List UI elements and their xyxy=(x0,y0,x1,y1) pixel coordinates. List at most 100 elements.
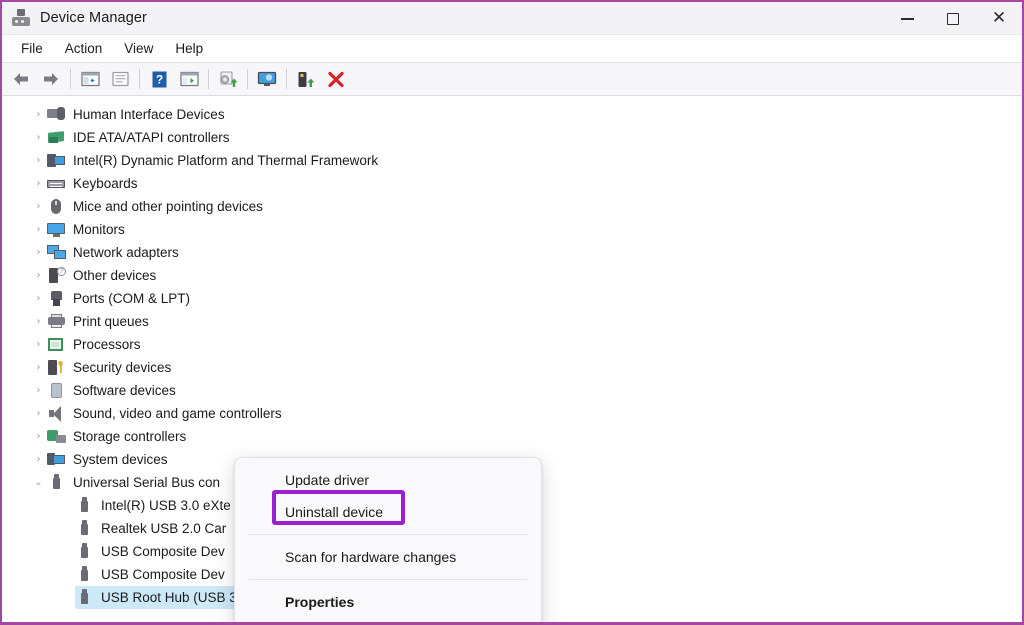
device-manager-window: Device Manager ✕ File Action View Help xyxy=(0,0,1024,625)
menu-view[interactable]: View xyxy=(113,38,164,59)
usb-device-icon xyxy=(75,566,94,583)
tree-row-label: USB Root Hub (USB 3.0) xyxy=(101,590,253,605)
chevron-right-icon[interactable]: › xyxy=(30,340,47,350)
chevron-right-icon[interactable]: › xyxy=(30,363,47,373)
maximize-button[interactable] xyxy=(930,2,976,35)
tree-row-software-devices[interactable]: › Software devices xyxy=(2,379,1022,402)
tree-row-label: Universal Serial Bus con xyxy=(73,475,220,490)
minimize-icon xyxy=(901,18,914,20)
tree-row-mice-and-other-pointing-devices[interactable]: › Mice and other pointing devices xyxy=(2,195,1022,218)
chevron-right-icon[interactable]: › xyxy=(30,271,47,281)
tree-row-label: Intel(R) USB 3.0 eXte xyxy=(101,498,231,513)
title-bar: Device Manager ✕ xyxy=(2,2,1022,35)
update-driver-button[interactable] xyxy=(213,65,243,93)
display-button[interactable] xyxy=(252,65,282,93)
tree-row-label: Other devices xyxy=(73,268,156,283)
menu-help[interactable]: Help xyxy=(164,38,214,59)
chevron-right-icon[interactable]: › xyxy=(30,294,47,304)
tree-row-label: USB Composite Dev xyxy=(101,544,225,559)
tree-row-label: IDE ATA/ATAPI controllers xyxy=(73,130,230,145)
tree-row-human-interface-devices[interactable]: › Human Interface Devices xyxy=(2,103,1022,126)
processors-icon xyxy=(47,336,66,353)
tree-row-sound-video-game-controllers[interactable]: › Sound, video and game controllers xyxy=(2,402,1022,425)
tree-row-label: Monitors xyxy=(73,222,125,237)
tree-row-label: Human Interface Devices xyxy=(73,107,225,122)
usb-device-icon xyxy=(75,520,94,537)
tree-row-network-adapters[interactable]: › Network adapters xyxy=(2,241,1022,264)
menu-bar: File Action View Help xyxy=(2,35,1022,63)
scan-for-hardware-changes-button[interactable] xyxy=(174,65,204,93)
chevron-down-icon[interactable]: ⌄ xyxy=(30,478,47,488)
context-menu-item-properties[interactable]: Properties xyxy=(235,586,541,618)
tree-row-label: Realtek USB 2.0 Car xyxy=(101,521,226,536)
tree-row-storage-controllers[interactable]: › Storage controllers xyxy=(2,425,1022,448)
chevron-right-icon[interactable]: › xyxy=(30,455,47,465)
tree-row-monitors[interactable]: › Monitors xyxy=(2,218,1022,241)
chevron-right-icon[interactable]: › xyxy=(30,409,47,419)
chevron-right-icon[interactable]: › xyxy=(30,248,47,258)
minimize-button[interactable] xyxy=(884,2,930,35)
tree-row-label: System devices xyxy=(73,452,168,467)
chevron-right-icon[interactable]: › xyxy=(30,202,47,212)
human-interface-devices-icon xyxy=(47,106,66,123)
toolbar-separator xyxy=(208,69,209,89)
ports-icon xyxy=(47,290,66,307)
software-devices-icon xyxy=(47,382,66,399)
tree-row-label: Ports (COM & LPT) xyxy=(73,291,190,306)
show-hide-console-tree-button[interactable] xyxy=(75,65,105,93)
uninstall-device-button[interactable] xyxy=(321,65,351,93)
menu-action[interactable]: Action xyxy=(54,38,114,59)
sound-video-game-controllers-icon xyxy=(47,405,66,422)
tree-row-other-devices[interactable]: › ? Other devices xyxy=(2,264,1022,287)
svg-text:?: ? xyxy=(155,72,162,86)
intel-dynamic-platform-icon xyxy=(47,152,66,169)
tree-row-label: Software devices xyxy=(73,383,176,398)
tree-row-label: Processors xyxy=(73,337,141,352)
forward-button[interactable] xyxy=(36,65,66,93)
tree-row-label: Intel(R) Dynamic Platform and Thermal Fr… xyxy=(73,153,378,168)
toolbar-separator xyxy=(247,69,248,89)
chevron-right-icon[interactable]: › xyxy=(30,225,47,235)
context-menu-item-scan-for-hardware-changes[interactable]: Scan for hardware changes xyxy=(235,541,541,573)
usb-controllers-icon xyxy=(47,474,66,491)
enable-device-button[interactable] xyxy=(291,65,321,93)
maximize-icon xyxy=(947,13,959,25)
chevron-right-icon[interactable]: › xyxy=(30,133,47,143)
tree-row-ports[interactable]: › Ports (COM & LPT) xyxy=(2,287,1022,310)
device-manager-icon xyxy=(12,9,30,27)
tree-row-label: Mice and other pointing devices xyxy=(73,199,263,214)
close-button[interactable]: ✕ xyxy=(976,2,1022,35)
tree-row-intel-dynamic-platform[interactable]: › Intel(R) Dynamic Platform and Thermal … xyxy=(2,149,1022,172)
ide-ata-atapi-controllers-icon xyxy=(47,129,66,146)
menu-file[interactable]: File xyxy=(10,38,54,59)
help-button[interactable]: ? xyxy=(144,65,174,93)
tree-row-processors[interactable]: › Processors xyxy=(2,333,1022,356)
context-menu[interactable]: Update driver Uninstall device Scan for … xyxy=(234,457,542,625)
tree-row-label: Sound, video and game controllers xyxy=(73,406,282,421)
properties-button[interactable] xyxy=(105,65,135,93)
chevron-right-icon[interactable]: › xyxy=(30,110,47,120)
tree-row-keyboards[interactable]: › Keyboards xyxy=(2,172,1022,195)
tree-row-print-queues[interactable]: › Print queues xyxy=(2,310,1022,333)
chevron-right-icon[interactable]: › xyxy=(30,156,47,166)
other-devices-icon: ? xyxy=(47,267,66,284)
window-controls: ✕ xyxy=(884,2,1022,35)
tree-row-ide-ata-atapi-controllers[interactable]: › IDE ATA/ATAPI controllers xyxy=(2,126,1022,149)
chevron-right-icon[interactable]: › xyxy=(30,386,47,396)
tree-row-label: Keyboards xyxy=(73,176,138,191)
usb-device-icon xyxy=(75,497,94,514)
back-button[interactable] xyxy=(6,65,36,93)
monitors-icon xyxy=(47,221,66,238)
chevron-right-icon[interactable]: › xyxy=(30,317,47,327)
tree-row-label: Storage controllers xyxy=(73,429,186,444)
storage-controllers-icon xyxy=(47,428,66,445)
tree-row-label: USB Composite Dev xyxy=(101,567,225,582)
tree-row-security-devices[interactable]: › Security devices xyxy=(2,356,1022,379)
tree-row-label: Print queues xyxy=(73,314,149,329)
chevron-right-icon[interactable]: › xyxy=(30,432,47,442)
context-menu-item-update-driver[interactable]: Update driver xyxy=(235,464,541,496)
usb-device-icon xyxy=(75,589,94,606)
toolbar-separator xyxy=(70,69,71,89)
chevron-right-icon[interactable]: › xyxy=(30,179,47,189)
context-menu-item-uninstall-device[interactable]: Uninstall device xyxy=(235,496,541,528)
